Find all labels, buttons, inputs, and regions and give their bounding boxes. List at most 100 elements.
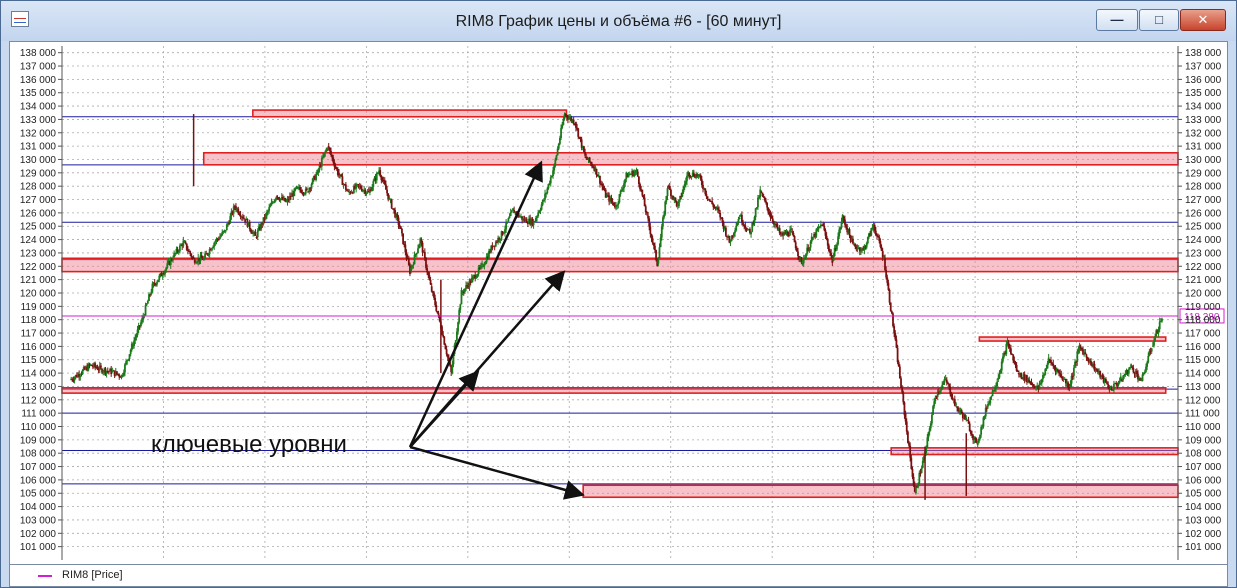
candle-body [1085, 354, 1088, 358]
candle-body [177, 251, 180, 253]
y-tick-label-left: 111 000 [21, 409, 56, 420]
candle-body [737, 218, 740, 223]
candle-body [359, 185, 362, 189]
candle-body [268, 207, 271, 211]
candle-body [255, 236, 258, 238]
candle-body [840, 221, 843, 228]
candle-body [506, 221, 509, 223]
candle-body [346, 189, 348, 191]
candle-body [854, 244, 857, 247]
candle-body [327, 146, 330, 148]
candle-body [377, 172, 379, 174]
candle-body [1077, 349, 1080, 353]
candle-body [1040, 379, 1043, 384]
candle-body [1056, 369, 1059, 371]
candle-body [405, 252, 408, 259]
candle-body [1124, 373, 1127, 376]
candle-body [803, 258, 806, 260]
candle-body [96, 367, 99, 370]
candle-body [908, 442, 910, 446]
candle-body [425, 257, 427, 268]
candle-body [654, 245, 656, 251]
minimize-button[interactable]: — [1096, 9, 1138, 31]
candle-body [662, 217, 664, 227]
candle-body [906, 431, 909, 443]
candle-body [118, 374, 121, 377]
price-chart-area[interactable]: 118 280 101 000 102 000 103 000 104 000 105 … [9, 41, 1228, 565]
candle-body [995, 386, 997, 389]
candle-body [1105, 378, 1107, 383]
candle-body [542, 199, 545, 201]
candle-body [1038, 383, 1041, 390]
candle-body [561, 125, 564, 129]
candle-body [929, 423, 932, 429]
candle-body [741, 214, 743, 223]
candle-body [926, 437, 929, 448]
y-tick-label-right: 112 000 [1185, 395, 1221, 406]
candle-body [1084, 352, 1087, 355]
candle-body [980, 426, 983, 435]
candle-body [178, 245, 181, 252]
y-tick-label-left: 116 000 [21, 342, 57, 353]
y-tick-label-left: 108 000 [20, 449, 57, 460]
price-chart[interactable]: 118 280 101 000 102 000 103 000 104 000 105 … [10, 42, 1227, 564]
candle-body [122, 372, 125, 376]
candle-body [445, 349, 448, 355]
candle-body [549, 177, 552, 184]
candle-body [811, 237, 814, 240]
y-tick-label-left: 119 000 [21, 302, 57, 313]
y-tick-label-left: 109 000 [20, 435, 57, 446]
candle-body [651, 238, 654, 244]
candle-body [436, 311, 439, 314]
candle-body [829, 250, 831, 254]
y-tick-label-left: 107 000 [20, 462, 57, 473]
candle-body [414, 254, 417, 256]
close-button[interactable]: ✕ [1180, 9, 1226, 31]
candle-body [816, 229, 819, 231]
candle-body [144, 305, 147, 316]
candle-body [433, 292, 435, 298]
candle-body [1135, 371, 1138, 374]
candle-body [699, 174, 702, 180]
y-tick-label-left: 101 000 [20, 542, 57, 553]
candle-body [736, 222, 739, 226]
candle-body [315, 174, 318, 180]
title-bar[interactable]: RIM8 График цены и объёма #6 - [60 минут… [1, 1, 1236, 41]
candle-body [267, 210, 269, 212]
y-tick-label-left: 126 000 [20, 208, 57, 219]
candle-body [642, 195, 645, 198]
candle-body [873, 224, 876, 231]
candle-body [1045, 368, 1048, 370]
candle-body [928, 428, 931, 433]
candle-body [682, 186, 685, 193]
candle-body [193, 259, 196, 263]
candle-body [893, 326, 896, 334]
candle-body [1010, 348, 1012, 354]
candle-body [254, 231, 257, 236]
y-tick-label-right: 111 000 [1185, 409, 1220, 420]
annotation-arrow [409, 445, 585, 500]
candle-body [786, 231, 789, 236]
maximize-button[interactable]: □ [1139, 9, 1179, 31]
candle-body [239, 214, 242, 217]
candle-body [996, 381, 999, 387]
candle-body [690, 176, 693, 178]
candle-body [211, 248, 213, 251]
candle-body [172, 259, 174, 261]
candle-body [102, 371, 105, 373]
candle-body [1161, 318, 1163, 322]
y-tick-label-right: 132 000 [1185, 128, 1222, 139]
candle-body [299, 187, 301, 190]
candle-body [1122, 376, 1124, 381]
candle-body [604, 189, 607, 198]
y-tick-label-left: 106 000 [20, 475, 57, 486]
y-tick-label-left: 122 000 [20, 262, 57, 273]
candle-body [639, 184, 641, 190]
candle-body [644, 206, 647, 213]
candle-body [830, 253, 833, 256]
candle-body [399, 226, 402, 229]
candle-body [1117, 382, 1120, 386]
annotation-arrow [408, 160, 543, 448]
candle-body [1030, 382, 1033, 385]
candle-body [765, 200, 767, 203]
